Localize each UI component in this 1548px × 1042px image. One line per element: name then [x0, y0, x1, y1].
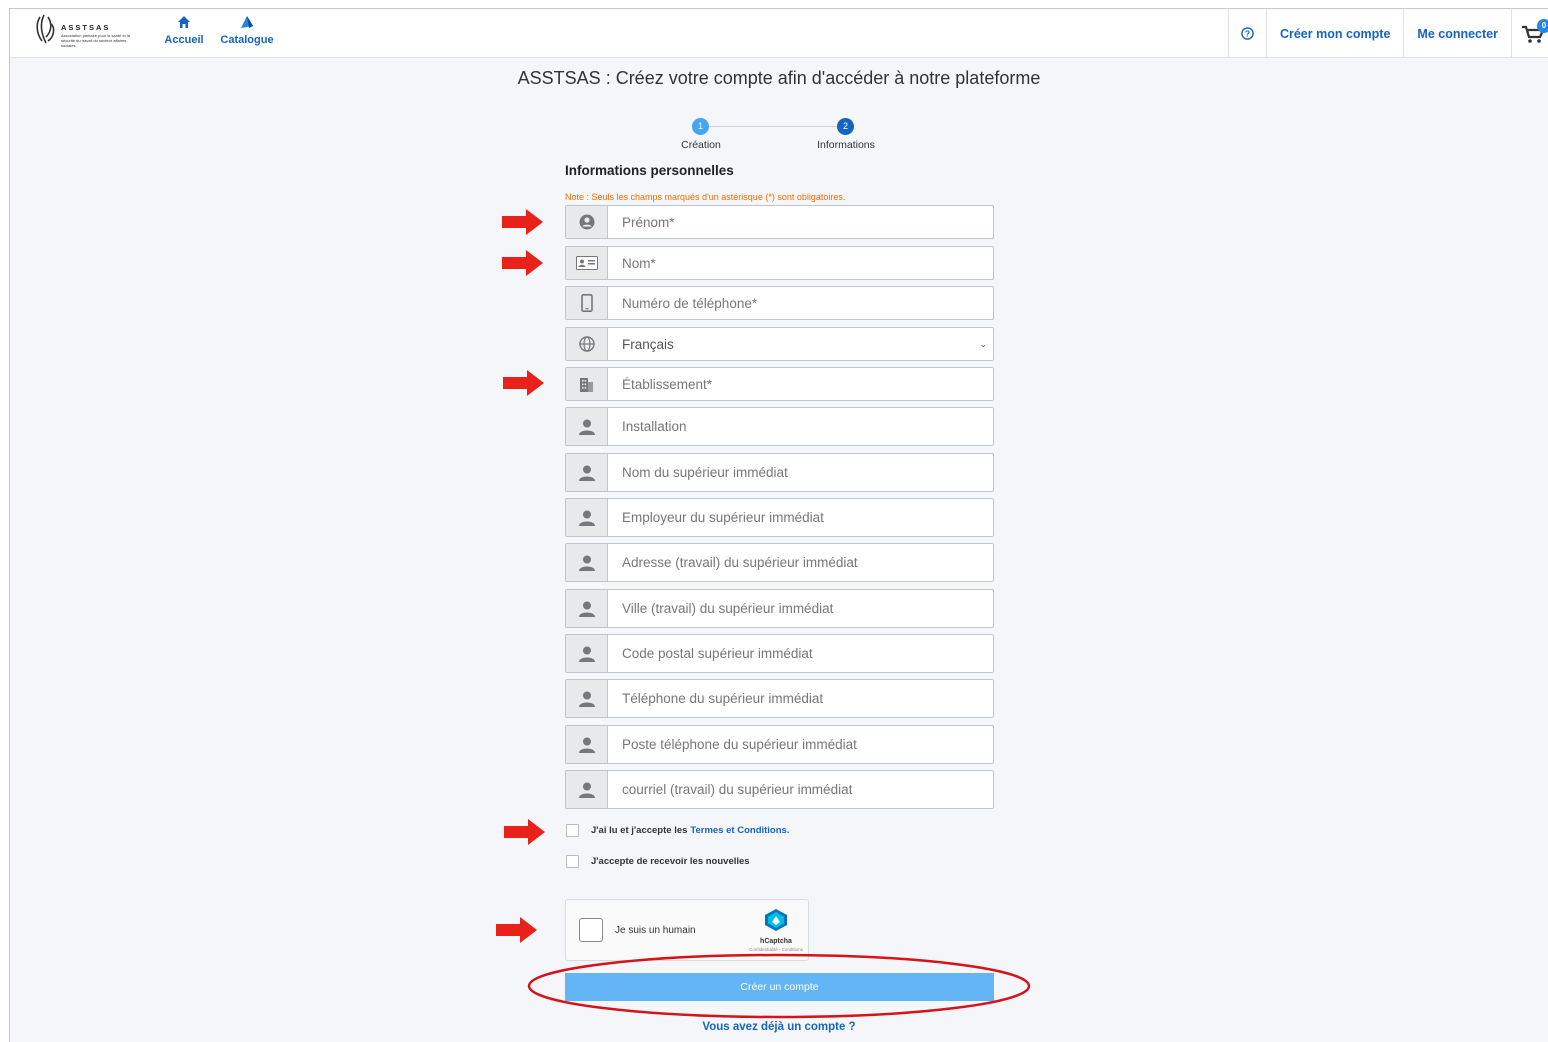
- supervisor-extension-field[interactable]: Poste téléphone du supérieur immédiat: [565, 725, 994, 764]
- login-link[interactable]: Me connecter: [1403, 9, 1511, 58]
- have-account-link[interactable]: Vous avez déjà un compte ?: [0, 1021, 1548, 1033]
- step-2-indicator: 2: [837, 118, 854, 135]
- supervisor-city-placeholder: Ville (travail) du supérieur immédiat: [622, 601, 834, 616]
- logo-title: ASSTSAS: [61, 23, 111, 32]
- installation-placeholder: Installation: [622, 419, 687, 434]
- nav-catalogue-label: Catalogue: [220, 34, 274, 46]
- asstsas-logo[interactable]: ASSTSAS Association paritaire pour la sa…: [34, 13, 134, 53]
- step-2-label: Informations: [817, 139, 875, 151]
- mobile-phone-icon: [566, 287, 608, 319]
- red-arrow-annotation: [502, 250, 543, 276]
- user-circle-icon: [566, 206, 608, 238]
- hcaptcha-name: hCaptcha: [760, 938, 792, 945]
- hcaptcha-logo-icon: [765, 909, 787, 931]
- person-icon: [566, 590, 608, 627]
- supervisor-email-placeholder: courriel (travail) du supérieur immédiat: [622, 782, 853, 797]
- supervisor-address-field[interactable]: Adresse (travail) du supérieur immédiat: [565, 543, 994, 582]
- supervisor-employer-placeholder: Employeur du supérieur immédiat: [622, 510, 824, 525]
- phone-field[interactable]: Numéro de téléphone*: [565, 286, 994, 320]
- establishment-placeholder: Établissement*: [622, 376, 713, 392]
- language-selected-value: Français: [622, 336, 674, 352]
- svg-text:?: ?: [1245, 29, 1250, 39]
- supervisor-address-placeholder: Adresse (travail) du supérieur immédiat: [622, 555, 858, 570]
- chevron-down-icon: ⌄: [979, 338, 987, 349]
- person-icon: [566, 771, 608, 808]
- step-1-label: Création: [681, 139, 721, 151]
- red-arrow-annotation: [504, 819, 545, 845]
- person-icon: [566, 680, 608, 717]
- newsletter-checkbox-row[interactable]: J'accepte de recevoir les nouvelles: [566, 855, 750, 868]
- supervisor-email-field[interactable]: courriel (travail) du supérieur immédiat: [565, 770, 994, 809]
- nav-accueil[interactable]: Accueil: [164, 15, 204, 46]
- top-navigation-bar: ASSTSAS Association paritaire pour la sa…: [10, 9, 1548, 58]
- language-select[interactable]: Français ⌄: [565, 327, 994, 361]
- highlight-ellipse-annotation: [527, 953, 1031, 1019]
- cart-count-badge: 0: [1537, 19, 1548, 33]
- supervisor-postal-code-field[interactable]: Code postal supérieur immédiat: [565, 634, 994, 673]
- catalogue-icon: [219, 15, 275, 31]
- supervisor-city-field[interactable]: Ville (travail) du supérieur immédiat: [565, 589, 994, 628]
- hcaptcha-brand: hCaptcha Confidentialité - Conditions: [746, 908, 806, 952]
- captcha-checkbox[interactable]: [579, 918, 603, 942]
- id-card-icon: [566, 247, 608, 279]
- nav-accueil-label: Accueil: [164, 34, 204, 46]
- supervisor-extension-placeholder: Poste téléphone du supérieur immédiat: [622, 737, 857, 752]
- logo-mark-icon: [36, 14, 55, 44]
- installation-field[interactable]: Installation: [565, 407, 994, 446]
- required-fields-note: Note : Seuls les champs marqués d'un ast…: [565, 192, 846, 202]
- create-account-link[interactable]: Créer mon compte: [1265, 9, 1403, 58]
- supervisor-phone-field[interactable]: Téléphone du supérieur immédiat: [565, 679, 994, 718]
- establishment-field[interactable]: Établissement*: [565, 367, 994, 401]
- nav-catalogue[interactable]: Catalogue: [219, 15, 275, 46]
- newsletter-checkbox[interactable]: [566, 855, 579, 868]
- person-icon: [566, 544, 608, 581]
- terms-label: J'ai lu et j'accepte les: [591, 825, 688, 836]
- cart-button[interactable]: 0: [1511, 9, 1548, 58]
- red-arrow-annotation: [503, 370, 544, 396]
- terms-checkbox-row[interactable]: J'ai lu et j'accepte les Termes et Condi…: [566, 824, 789, 837]
- red-arrow-annotation: [502, 209, 543, 235]
- globe-icon: [566, 328, 608, 360]
- supervisor-employer-field[interactable]: Employeur du supérieur immédiat: [565, 498, 994, 537]
- help-icon: ?: [1241, 27, 1254, 40]
- person-icon: [566, 408, 608, 445]
- last-name-field[interactable]: Nom*: [565, 246, 994, 280]
- first-name-field[interactable]: Prénom*: [565, 205, 994, 239]
- step-1-indicator: 1: [692, 118, 709, 135]
- captcha-label: Je suis un humain: [615, 925, 696, 936]
- home-icon: [164, 15, 204, 31]
- stepper-line: [709, 126, 837, 127]
- red-arrow-annotation: [496, 917, 537, 943]
- phone-placeholder: Numéro de téléphone*: [622, 295, 758, 311]
- person-icon: [566, 499, 608, 536]
- first-name-placeholder: Prénom*: [622, 214, 675, 230]
- person-icon: [566, 726, 608, 763]
- person-icon: [566, 635, 608, 672]
- logo-subtitle: Association paritaire pour la santé et l…: [61, 33, 130, 48]
- building-icon: [566, 368, 608, 400]
- newsletter-label: J'accepte de recevoir les nouvelles: [591, 856, 750, 867]
- terms-link[interactable]: Termes et Conditions.: [690, 825, 789, 836]
- supervisor-name-field[interactable]: Nom du supérieur immédiat: [565, 453, 994, 492]
- page-title: ASSTSAS : Créez votre compte afin d'accé…: [517, 68, 1041, 88]
- section-title: Informations personnelles: [565, 163, 734, 178]
- help-button[interactable]: ?: [1227, 9, 1266, 58]
- last-name-placeholder: Nom*: [622, 255, 656, 271]
- supervisor-postal-code-placeholder: Code postal supérieur immédiat: [622, 646, 813, 661]
- terms-checkbox[interactable]: [566, 824, 579, 837]
- supervisor-phone-placeholder: Téléphone du supérieur immédiat: [622, 691, 824, 706]
- person-icon: [566, 454, 608, 491]
- supervisor-name-placeholder: Nom du supérieur immédiat: [622, 465, 788, 480]
